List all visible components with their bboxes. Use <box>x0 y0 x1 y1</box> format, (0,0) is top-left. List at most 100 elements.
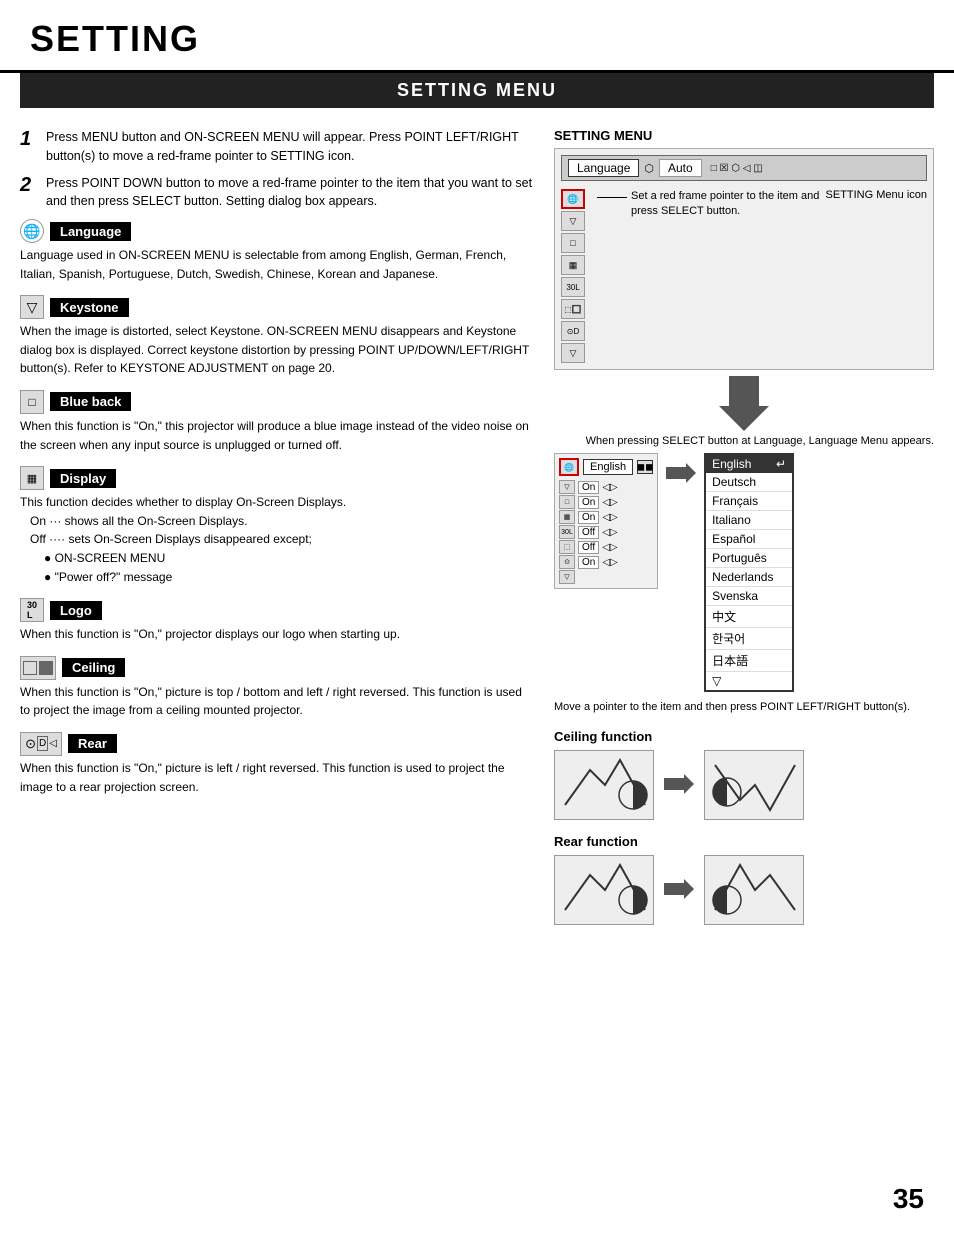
menu-divider-icon: ⬡ <box>644 162 654 175</box>
ceiling-after-svg <box>705 750 803 820</box>
lang-item-italiano: Italiano <box>706 511 792 530</box>
menu-auto-label: Auto <box>659 159 702 177</box>
annotation-line <box>597 197 627 198</box>
lang-item-svenska: Svenska <box>706 587 792 606</box>
lang-item-nederlands: Nederlands <box>706 568 792 587</box>
menu-body: 🌐 ▽ □ ▦ 30L ⬚🔲 ⊙D ▽ Set a red frame poin… <box>561 189 927 363</box>
setting-icon-annotation: SETTING Menu icon <box>826 189 927 201</box>
section-heading: SETTING MENU <box>20 73 934 108</box>
rear-diagram <box>554 855 934 925</box>
logo-label: Logo <box>50 601 102 620</box>
small-menu-items: ▽ On ◁▷ □ On ◁▷ ▦ On ◁▷ 30L Off ◁▷ ⬚ Off… <box>559 480 653 584</box>
lang-english: English <box>712 457 751 471</box>
language-popup: English ↵ Deutsch Français Italiano Espa… <box>704 453 794 692</box>
small-menu-row1: ▽ On ◁▷ <box>559 480 653 494</box>
side-icon-7: ▽ <box>561 343 585 363</box>
right-setting-menu-label: SETTING MENU <box>554 128 934 143</box>
rear-function-section: Rear function <box>554 834 934 925</box>
blue-back-desc: When this function is "On," this project… <box>20 417 534 454</box>
language-icon: 🌐 <box>20 219 44 243</box>
lang-select-arrow: ↵ <box>776 457 786 471</box>
step-2: 2 Press POINT DOWN button to move a red-… <box>20 174 534 212</box>
left-column: 1 Press MENU button and ON-SCREEN MENU w… <box>20 118 534 939</box>
rear-arrow-svg <box>664 879 694 899</box>
arrow-right-container <box>666 453 696 483</box>
side-icons-col: 🌐 ▽ □ ▦ 30L ⬚🔲 ⊙D ▽ <box>561 189 587 363</box>
small-menu-row2: □ On ◁▷ <box>559 495 653 509</box>
ceiling-function-title: Ceiling function <box>554 729 934 744</box>
blue-back-label: Blue back <box>50 392 131 411</box>
item-ceiling: Ceiling When this function is "On," pict… <box>20 656 534 720</box>
logo-icon: 30L <box>20 598 44 622</box>
step-2-text: Press POINT DOWN button to move a red-fr… <box>46 174 534 212</box>
small-menu-panel: 🌐 English ◼◼ ▽ On ◁▷ □ On ◁▷ ▦ On ◁▷ 30L… <box>554 453 658 589</box>
language-selection-area: 🌐 English ◼◼ ▽ On ◁▷ □ On ◁▷ ▦ On ◁▷ 30L… <box>554 453 934 692</box>
rear-label: Rear <box>68 734 117 753</box>
lang-item-chinese: 中文 <box>706 606 792 628</box>
ceiling-diagram <box>554 750 934 820</box>
ceiling-before-box <box>554 750 654 820</box>
rear-after-svg <box>705 855 803 925</box>
rear-arrow <box>664 879 694 902</box>
small-menu-row4: 30L Off ◁▷ <box>559 525 653 539</box>
side-icon-3: ▦ <box>561 255 585 275</box>
display-icon: ▦ <box>20 466 44 490</box>
ceiling-arrow <box>664 774 694 797</box>
side-icon-active: 🌐 <box>561 189 585 209</box>
small-english-label: English <box>583 459 633 475</box>
ceiling-label: Ceiling <box>62 658 125 677</box>
display-on-text: On ··· shows all the On-Screen Displays. <box>30 514 247 528</box>
small-selector-icon: ◼◼ <box>637 460 653 474</box>
lang-item-english-selected: English ↵ <box>706 455 792 473</box>
annotation-area: Set a red frame pointer to the item and … <box>591 189 822 363</box>
step-1-num: 1 <box>20 128 38 151</box>
display-off-text: Off ···· sets On-Screen Displays disappe… <box>30 532 312 546</box>
page-number: 35 <box>893 1183 924 1215</box>
ceiling-desc: When this function is "On," picture is t… <box>20 683 534 720</box>
rear-icon: ⊙ D ◁ <box>20 732 62 756</box>
arrow-note: When pressing SELECT button at Language,… <box>554 435 934 447</box>
display-bullet2: ● "Power off?" message <box>44 570 172 584</box>
rear-function-title: Rear function <box>554 834 934 849</box>
red-frame-text: Set a red frame pointer to the item and … <box>631 189 822 220</box>
lang-item-deutsch: Deutsch <box>706 473 792 492</box>
right-column: SETTING MENU Language ⬡ Auto □ ☒ ⬡ ◁ ◫ 🌐… <box>554 118 934 939</box>
lang-item-korean: 한국어 <box>706 628 792 650</box>
logo-desc: When this function is "On," projector di… <box>20 625 534 644</box>
side-icon-5: ⬚🔲 <box>561 299 585 319</box>
keystone-label: Keystone <box>50 298 129 317</box>
small-active-icon: 🌐 <box>559 458 579 476</box>
move-note: Move a pointer to the item and then pres… <box>554 700 934 715</box>
small-menu-row3: ▦ On ◁▷ <box>559 510 653 524</box>
small-menu-row6: ⊙ On ◁▷ <box>559 555 653 569</box>
ceiling-function-section: Ceiling function <box>554 729 934 820</box>
display-desc-line1: This function decides whether to display… <box>20 495 346 509</box>
lang-item-last: ▽ <box>706 672 792 690</box>
ceiling-icon <box>20 656 56 680</box>
item-blue-back: □ Blue back When this function is "On," … <box>20 390 534 454</box>
side-icon-6: ⊙D <box>561 321 585 341</box>
page-header: SETTING <box>0 0 954 73</box>
rear-desc: When this function is "On," picture is l… <box>20 759 534 796</box>
language-desc: Language used in ON-SCREEN MENU is selec… <box>20 246 534 283</box>
keystone-icon: ▽ <box>20 295 44 319</box>
arrow-down-svg <box>719 376 769 431</box>
menu-diagram-top: Language ⬡ Auto □ ☒ ⬡ ◁ ◫ 🌐 ▽ □ ▦ 30L ⬚🔲… <box>554 148 934 370</box>
item-language: 🌐 Language Language used in ON-SCREEN ME… <box>20 219 534 283</box>
lang-item-francais: Français <box>706 492 792 511</box>
small-menu-row7: ▽ <box>559 570 653 584</box>
small-menu-top: 🌐 English ◼◼ <box>559 458 653 476</box>
setting-icon-label: SETTING Menu icon <box>826 189 927 201</box>
rear-after-box <box>704 855 804 925</box>
ceiling-arrow-svg <box>664 774 694 794</box>
display-bullet1: ● ON-SCREEN MENU <box>44 551 165 565</box>
ceiling-before-svg <box>555 750 653 820</box>
page-title: SETTING <box>30 18 200 60</box>
rear-before-svg <box>555 855 653 925</box>
arrow-down-container <box>554 376 934 431</box>
keystone-desc: When the image is distorted, select Keys… <box>20 322 534 378</box>
menu-icons: □ ☒ ⬡ ◁ ◫ <box>711 163 763 174</box>
small-menu-row5: ⬚ Off ◁▷ <box>559 540 653 554</box>
blue-back-icon: □ <box>20 390 44 414</box>
display-desc: This function decides whether to display… <box>20 493 534 586</box>
